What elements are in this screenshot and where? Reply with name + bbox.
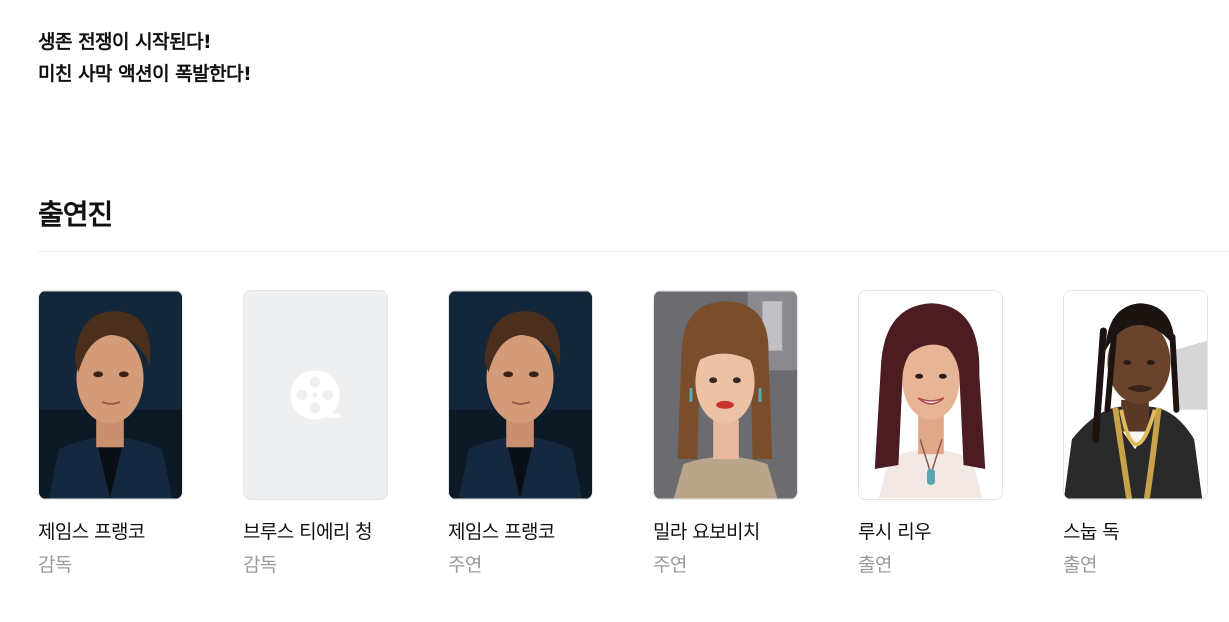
cast-card[interactable]: 제임스 프랭코 주연 — [448, 290, 608, 577]
cast-role: 출연 — [858, 554, 892, 576]
cast-card[interactable]: 브루스 티에리 청 감독 — [243, 290, 403, 577]
cast-photo[interactable] — [38, 290, 183, 500]
cast-name[interactable]: 브루스 티에리 청 — [243, 517, 403, 544]
cast-role: 주연 — [448, 554, 482, 576]
cast-name[interactable]: 제임스 프랭코 — [38, 517, 198, 544]
cast-card[interactable]: 밀라 요보비치 주연 — [653, 290, 813, 577]
synopsis-line: 생존 전쟁이 시작된다! — [38, 31, 212, 53]
synopsis-line: 미친 사막 액션이 폭발한다! — [38, 63, 252, 85]
cast-role: 주연 — [653, 554, 687, 576]
cast-photo[interactable] — [858, 290, 1003, 500]
cast-card[interactable]: 루시 리우 출연 — [858, 290, 1018, 577]
synopsis: 생존 전쟁이 시작된다! 미친 사막 액션이 폭발한다! — [38, 26, 252, 90]
cast-role: 감독 — [243, 554, 277, 576]
cast-name[interactable]: 스눕 독 — [1063, 517, 1223, 544]
cast-card[interactable]: 제임스 프랭코 감독 — [38, 290, 198, 577]
cast-name[interactable]: 루시 리우 — [858, 517, 1018, 544]
section-divider — [38, 251, 1229, 252]
cast-name[interactable]: 밀라 요보비치 — [653, 517, 813, 544]
cast-photo[interactable] — [448, 290, 593, 500]
cast-name[interactable]: 제임스 프랭코 — [448, 517, 608, 544]
cast-role: 출연 — [1063, 554, 1097, 576]
portrait-image — [449, 291, 592, 499]
portrait-image — [1064, 291, 1207, 499]
cast-photo[interactable] — [1063, 290, 1208, 500]
cast-card[interactable]: 스눕 독 출연 — [1063, 290, 1223, 577]
portrait-image — [39, 291, 182, 499]
page: 생존 전쟁이 시작된다! 미친 사막 액션이 폭발한다! 출연진 제임스 프랭코… — [0, 0, 1229, 622]
cast-section-title: 출연진 — [38, 198, 113, 231]
portrait-image — [654, 291, 797, 499]
portrait-image — [859, 291, 1002, 499]
cast-photo-placeholder[interactable] — [243, 290, 388, 500]
film-reel-icon — [244, 291, 387, 499]
cast-photo[interactable] — [653, 290, 798, 500]
cast-role: 감독 — [38, 554, 72, 576]
